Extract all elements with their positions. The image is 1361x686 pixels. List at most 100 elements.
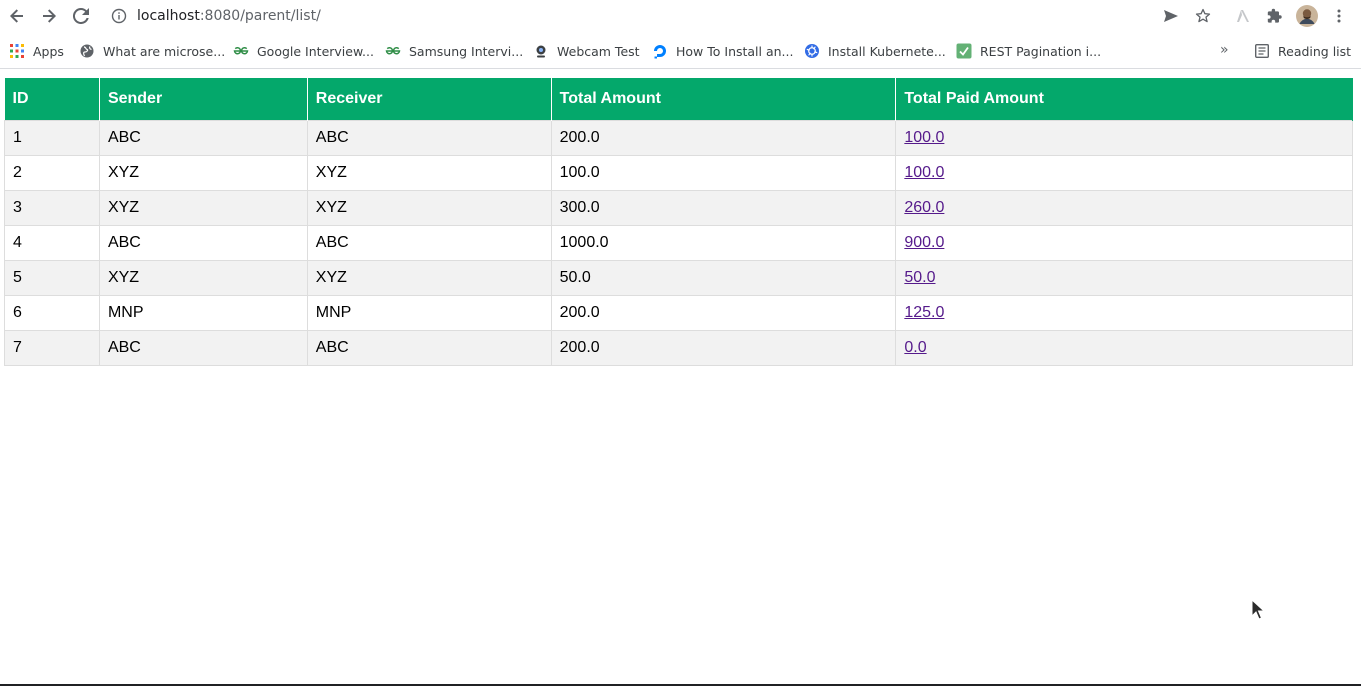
table-row: 5 XYZ XYZ 50.0 50.0 <box>4 259 1353 296</box>
cell-id: 4 <box>4 224 100 261</box>
table-header-row: ID Sender Receiver Total Amount Total Pa… <box>4 78 1353 120</box>
cell-sender: ABC <box>98 329 308 366</box>
cell-total-amount: 100.0 <box>550 154 897 191</box>
bookmark-label: How To Install an... <box>676 43 794 59</box>
cell-sender: XYZ <box>98 189 308 226</box>
bookmark-label: Samsung Intervi... <box>409 43 524 59</box>
cell-sender: MNP <box>98 294 308 331</box>
reading-list-icon <box>1254 43 1270 59</box>
parent-list-table: ID Sender Receiver Total Amount Total Pa… <box>4 78 1353 366</box>
geeksforgeeks-icon <box>385 43 401 59</box>
url-path: :8080/parent/list/ <box>199 8 321 24</box>
back-arrow-icon[interactable] <box>5 4 29 28</box>
send-tab-icon[interactable] <box>1159 4 1183 28</box>
bookmark-how-to-install[interactable]: How To Install an... <box>652 42 793 60</box>
cell-total-paid: 50.0 <box>895 259 1353 296</box>
bookmark-label: Google Interview... <box>257 43 374 59</box>
paid-amount-link[interactable]: 0.0 <box>904 339 926 356</box>
header-receiver: Receiver <box>307 78 552 120</box>
browser-toolbar: localhost:8080/parent/list/ <box>0 0 1361 32</box>
reload-icon[interactable] <box>69 4 93 28</box>
cell-total-amount: 1000.0 <box>550 224 897 261</box>
header-total-paid-amount: Total Paid Amount <box>895 78 1353 120</box>
cell-receiver: XYZ <box>306 189 552 226</box>
bookmark-label: Webcam Test <box>557 43 640 59</box>
cell-total-amount: 50.0 <box>550 259 897 296</box>
cell-id: 7 <box>4 329 100 366</box>
bookmark-apps[interactable]: Apps <box>9 42 64 60</box>
paid-amount-link[interactable]: 100.0 <box>904 164 944 181</box>
cell-receiver: XYZ <box>306 154 552 191</box>
paid-amount-link[interactable]: 50.0 <box>904 269 935 286</box>
cell-id: 2 <box>4 154 100 191</box>
extension-triangle-icon[interactable] <box>1231 4 1255 28</box>
bookmark-rest-pagination[interactable]: REST Pagination i... <box>956 42 1101 60</box>
baeldung-icon <box>956 43 972 59</box>
cell-sender: ABC <box>98 224 308 261</box>
site-info-icon[interactable] <box>111 8 127 24</box>
url-text[interactable]: localhost:8080/parent/list/ <box>137 8 321 24</box>
bookmark-google-interview[interactable]: Google Interview... <box>233 42 374 60</box>
bookmark-label: What are microse... <box>103 43 226 59</box>
table-row: 2 XYZ XYZ 100.0 100.0 <box>4 154 1353 191</box>
globe-icon <box>79 43 95 59</box>
table-row: 1 ABC ABC 200.0 100.0 <box>4 119 1353 156</box>
bookmarks-bar: Apps What are microse... Google Intervie… <box>0 36 1361 66</box>
cell-receiver: ABC <box>306 224 552 261</box>
cell-sender: XYZ <box>98 259 308 296</box>
bookmark-label: Apps <box>33 43 64 59</box>
cell-total-paid: 100.0 <box>895 154 1353 191</box>
cell-id: 1 <box>4 119 100 156</box>
apps-grid-icon <box>9 43 25 59</box>
reading-list-button[interactable]: Reading list <box>1254 42 1351 60</box>
cell-id: 3 <box>4 189 100 226</box>
cell-receiver: ABC <box>306 329 552 366</box>
mouse-cursor-icon <box>1251 598 1266 621</box>
toolbar-divider <box>0 68 1361 69</box>
table-row: 7 ABC ABC 200.0 0.0 <box>4 329 1353 366</box>
webcam-icon <box>533 43 549 59</box>
cell-total-amount: 200.0 <box>550 294 897 331</box>
bookmark-webcam-test[interactable]: Webcam Test <box>533 42 640 60</box>
header-id: ID <box>4 78 100 120</box>
cell-total-paid: 260.0 <box>895 189 1353 226</box>
header-total-amount: Total Amount <box>551 78 897 120</box>
table-row: 6 MNP MNP 200.0 125.0 <box>4 294 1353 331</box>
extensions-puzzle-icon[interactable] <box>1263 4 1287 28</box>
url-host: localhost <box>137 8 200 24</box>
cell-total-paid: 100.0 <box>895 119 1353 156</box>
paid-amount-link[interactable]: 900.0 <box>904 234 944 251</box>
forward-arrow-icon[interactable] <box>37 4 61 28</box>
cell-sender: XYZ <box>98 154 308 191</box>
table-row: 4 ABC ABC 1000.0 900.0 <box>4 224 1353 261</box>
bookmarks-overflow-button[interactable]: » <box>1220 41 1238 59</box>
bookmark-label: Install Kubernete... <box>828 43 946 59</box>
cell-total-amount: 300.0 <box>550 189 897 226</box>
cell-id: 6 <box>4 294 100 331</box>
paid-amount-link[interactable]: 260.0 <box>904 199 944 216</box>
cell-sender: ABC <box>98 119 308 156</box>
cell-total-amount: 200.0 <box>550 329 897 366</box>
cell-receiver: MNP <box>306 294 552 331</box>
geeksforgeeks-icon <box>233 43 249 59</box>
cell-total-amount: 200.0 <box>550 119 897 156</box>
kebab-menu-icon[interactable] <box>1327 4 1351 28</box>
cell-receiver: XYZ <box>306 259 552 296</box>
bookmark-install-kubernetes[interactable]: Install Kubernete... <box>804 42 946 60</box>
bookmark-star-icon[interactable] <box>1191 4 1215 28</box>
bookmark-samsung-interview[interactable]: Samsung Intervi... <box>385 42 523 60</box>
bookmark-microservices[interactable]: What are microse... <box>79 42 225 60</box>
cell-total-paid: 0.0 <box>895 329 1353 366</box>
cell-receiver: ABC <box>306 119 552 156</box>
cell-total-paid: 900.0 <box>895 224 1353 261</box>
kubernetes-icon <box>804 43 820 59</box>
profile-avatar-icon[interactable] <box>1295 4 1319 28</box>
table-row: 3 XYZ XYZ 300.0 260.0 <box>4 189 1353 226</box>
paid-amount-link[interactable]: 125.0 <box>904 304 944 321</box>
digitalocean-icon <box>652 43 668 59</box>
reading-list-label: Reading list <box>1278 43 1352 59</box>
address-bar[interactable]: localhost:8080/parent/list/ <box>102 1 1220 31</box>
bookmark-label: REST Pagination i... <box>980 43 1102 59</box>
paid-amount-link[interactable]: 100.0 <box>904 129 944 146</box>
cell-id: 5 <box>4 259 100 296</box>
